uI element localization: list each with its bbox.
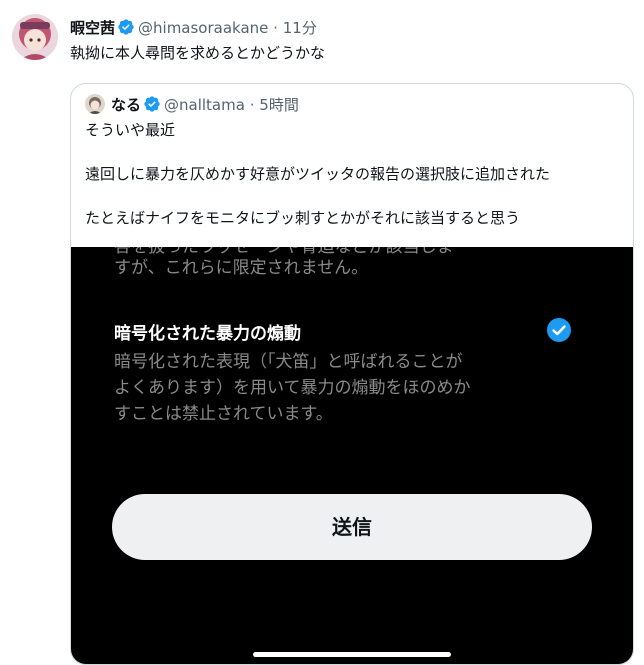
- report-option-title: 暗号化された暴力の煽動: [114, 324, 301, 344]
- quote-avatar: [85, 94, 105, 114]
- report-option-desc: 暗号化された表現（「犬笛」と呼ばれることが: [114, 352, 463, 372]
- separator: ·: [273, 19, 278, 37]
- author-handle[interactable]: @himasoraakane: [138, 19, 268, 37]
- verified-badge-icon: [143, 95, 161, 118]
- verified-badge-icon: [117, 18, 135, 41]
- quote-timestamp: 5時間: [259, 96, 299, 114]
- quote-author-handle: @nalltama: [164, 96, 245, 114]
- separator: ·: [249, 96, 255, 114]
- check-circle-icon: [546, 317, 572, 343]
- author-name[interactable]: 暇空茜: [70, 19, 115, 37]
- quote-author-name: なる: [111, 96, 142, 114]
- quote-header: なる @nalltama · 5時間: [85, 94, 299, 118]
- quote-text-line: そういや最近: [85, 121, 176, 139]
- media-image[interactable]: 各を扱ったラッセージや脅迫などが該当しま すが、これらに限定されません。 暗号化…: [71, 247, 633, 664]
- avatar-icon: [85, 94, 105, 114]
- avatar[interactable]: [12, 14, 58, 60]
- quote-text-line: 遠回しに暴力を仄めかす好意がツイッタの報告の選択肢に追加された: [85, 165, 551, 183]
- tweet-header: 暇空茜 @himasoraakane · 11分: [70, 18, 317, 41]
- timestamp[interactable]: 11分: [283, 19, 317, 37]
- report-option-desc: すことは禁止されています。: [114, 404, 333, 424]
- media-text-line: すが、これらに限定されません。: [114, 258, 369, 278]
- home-indicator: [253, 652, 451, 657]
- tweet-text: 執拗に本人尋問を求めるとかどうかな: [70, 44, 326, 62]
- quote-tweet-card[interactable]: なる @nalltama · 5時間 そういや最近 遠回しに暴力を仄めかす好意がツ…: [70, 83, 634, 665]
- quote-text-line: たとえばナイフをモニタにブッ刺すとかがそれに該当すると思う: [85, 209, 521, 227]
- avatar-icon: [12, 14, 58, 60]
- submit-button: 送信: [112, 494, 592, 560]
- report-option-desc: よくあります）を用いて暴力の煽動をほのめか: [114, 378, 471, 398]
